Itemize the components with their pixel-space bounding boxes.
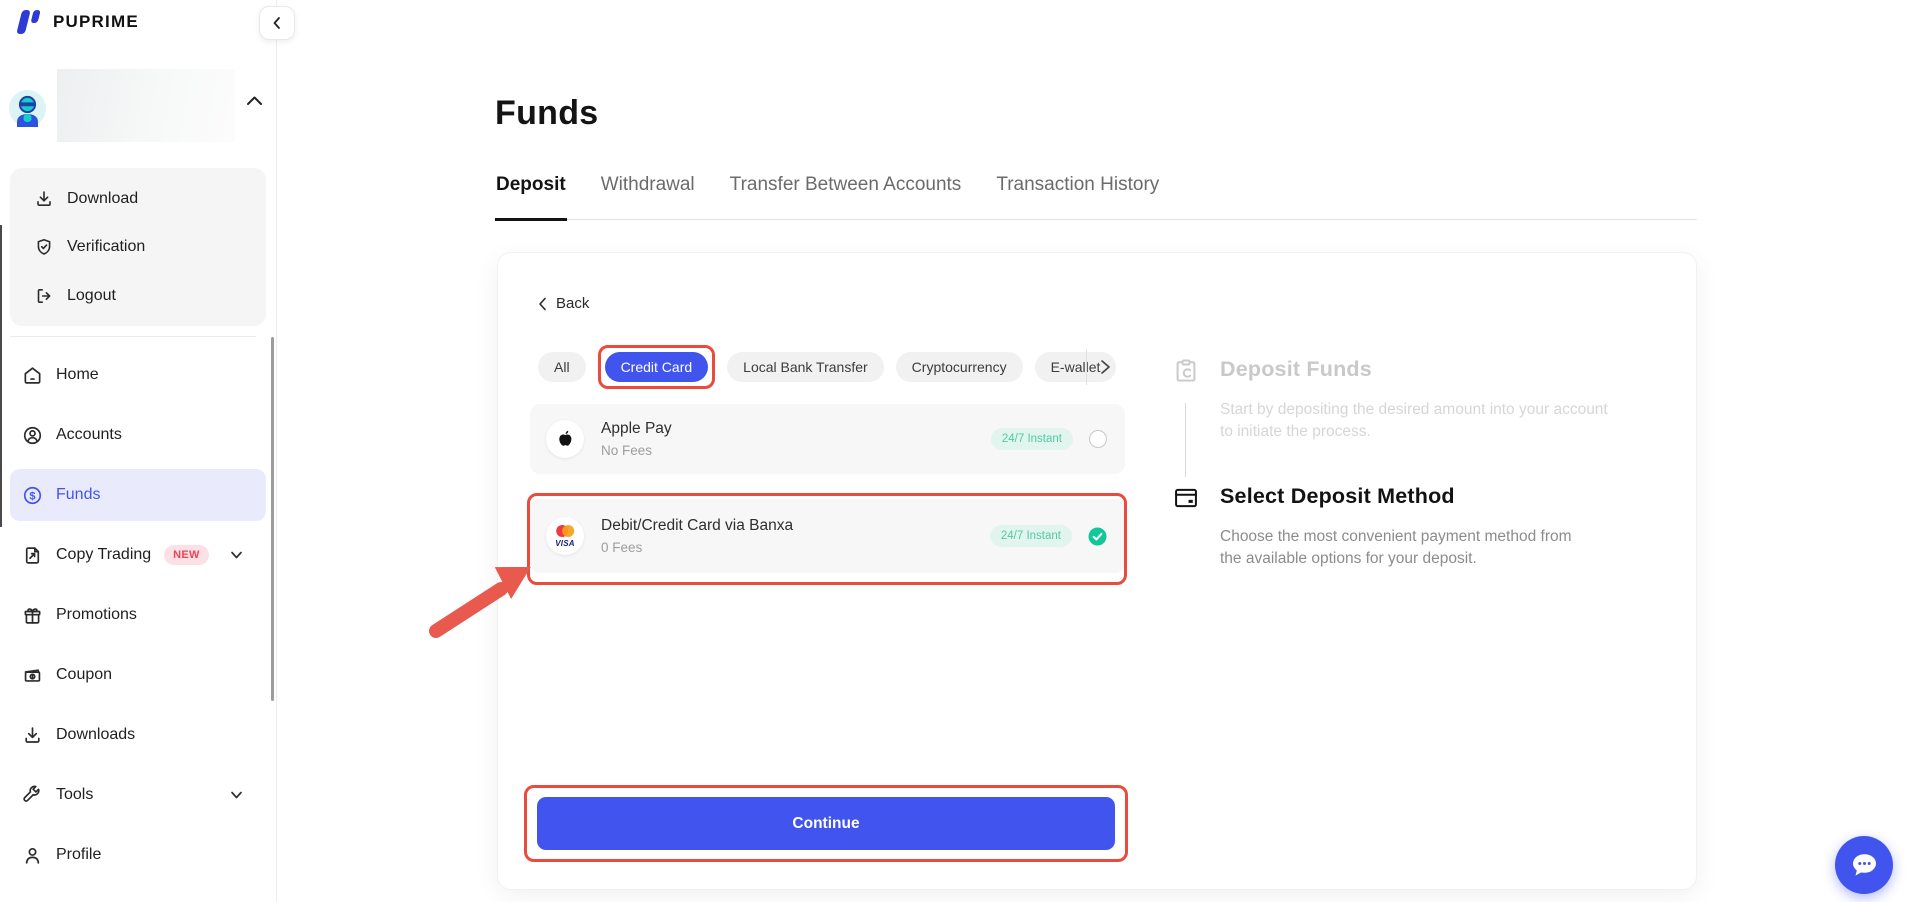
chat-bubble-icon (1849, 851, 1879, 879)
sidebar-item-tools[interactable]: Tools (0, 765, 277, 825)
shield-check-icon (34, 237, 54, 257)
download-icon (34, 189, 54, 209)
method-fees: No Fees (601, 443, 672, 458)
sidebar-item-verification[interactable]: Verification (10, 223, 266, 271)
promotions-icon (22, 605, 43, 626)
step-desc-deposit-funds: Start by depositing the desired amount i… (1220, 399, 1620, 444)
sidebar-item-label: Funds (56, 486, 100, 504)
sidebar-item-funds[interactable]: $ Funds (0, 465, 277, 525)
method-radio-unselected[interactable] (1089, 430, 1107, 448)
sidebar-item-promotions[interactable]: Promotions (0, 585, 277, 645)
back-label: Back (556, 295, 589, 312)
debit-credit-card-icon: VISA (546, 517, 584, 555)
method-row-apple-pay[interactable]: Apple Pay No Fees 24/7 Instant (530, 404, 1125, 474)
logout-icon (34, 286, 54, 306)
chat-support-button[interactable] (1835, 836, 1893, 894)
new-badge: NEW (164, 545, 209, 565)
chevron-right-icon (1099, 359, 1111, 375)
step-desc-select-method: Choose the most convenient payment metho… (1220, 526, 1592, 571)
sidebar-item-coupon[interactable]: Coupon (0, 645, 277, 705)
tab-withdrawal[interactable]: Withdrawal (600, 168, 696, 220)
account-info-placeholder (57, 69, 235, 142)
sidebar-divider (10, 336, 256, 337)
sidebar-item-label: Promotions (56, 606, 137, 624)
sidebar-account-group: Download Verification Logout (10, 168, 266, 326)
deposit-card: Back All Credit Card Local Bank Transfer… (497, 252, 1697, 890)
filter-chip-cryptocurrency[interactable]: Cryptocurrency (896, 352, 1023, 382)
method-selected-check-icon[interactable] (1088, 527, 1107, 546)
method-row-banxa[interactable]: VISA Debit/Credit Card via Banxa 0 Fees … (530, 499, 1125, 573)
filter-chip-all[interactable]: All (538, 352, 586, 382)
svg-text:$: $ (29, 490, 35, 502)
page-title: Funds (495, 94, 598, 133)
funds-icon: $ (22, 485, 43, 506)
step-title-deposit-funds: Deposit Funds (1220, 357, 1372, 382)
filter-chip-credit-card[interactable]: Credit Card (605, 352, 709, 382)
sidebar-item-label: Profile (56, 846, 101, 864)
sidebar-item-accounts[interactable]: Accounts (0, 405, 277, 465)
sidebar-nav: Home Accounts $ Funds Copy Trading NEW (0, 345, 277, 885)
method-fees: 0 Fees (601, 540, 793, 555)
method-name: Apple Pay (601, 420, 672, 438)
filter-chip-local-bank-transfer[interactable]: Local Bank Transfer (727, 352, 884, 382)
main-content: Funds Deposit Withdrawal Transfer Betwee… (277, 0, 1915, 902)
home-icon (22, 365, 43, 386)
payment-filter-chips: All Credit Card Local Bank Transfer Cryp… (538, 341, 1116, 393)
sidebar-item-label: Verification (67, 238, 145, 256)
tools-icon (22, 785, 43, 806)
deposit-funds-step-icon (1172, 357, 1200, 385)
sidebar-item-label: Copy Trading (56, 546, 151, 564)
brand-name: PUPRIME (53, 12, 139, 32)
sidebar-item-downloads[interactable]: Downloads (0, 705, 277, 765)
sidebar-item-label: Home (56, 366, 99, 384)
annotation-box-credit-card: Credit Card (598, 345, 716, 389)
sidebar-item-label: Tools (56, 786, 93, 804)
downloads-icon (22, 725, 43, 746)
instant-badge: 24/7 Instant (991, 428, 1073, 450)
sidebar-item-logout[interactable]: Logout (10, 272, 266, 320)
sidebar-collapse-button[interactable] (259, 6, 295, 40)
visa-label: VISA (555, 540, 574, 548)
tab-deposit[interactable]: Deposit (495, 168, 567, 220)
tab-transaction-history[interactable]: Transaction History (995, 168, 1160, 220)
step-connector-line (1185, 403, 1186, 477)
avatar (9, 90, 46, 127)
profile-icon (22, 845, 43, 866)
chevron-up-icon[interactable] (246, 95, 263, 107)
apple-pay-icon (546, 420, 584, 458)
sidebar-item-label: Logout (67, 287, 116, 305)
sidebar-item-label: Downloads (56, 726, 135, 744)
instant-badge: 24/7 Instant (990, 525, 1072, 547)
continue-button[interactable]: Continue (537, 797, 1115, 850)
account-summary[interactable] (0, 60, 277, 150)
window-left-scrollbar[interactable] (0, 225, 2, 527)
sidebar-item-label: Accounts (56, 426, 122, 444)
chevron-left-icon (538, 297, 547, 311)
select-method-step-icon (1172, 484, 1200, 512)
sidebar-item-label: Coupon (56, 666, 112, 684)
sidebar-scrollbar[interactable] (271, 337, 274, 701)
method-name: Debit/Credit Card via Banxa (601, 517, 793, 535)
copy-trading-icon (22, 545, 43, 566)
sidebar: PUPRIME Download Verification (0, 0, 277, 902)
app-root: PUPRIME Download Verification (0, 0, 1915, 902)
chevron-left-icon (270, 16, 284, 30)
accounts-icon (22, 425, 43, 446)
back-link[interactable]: Back (538, 295, 589, 312)
sidebar-item-label: Download (67, 190, 138, 208)
chevron-down-icon (230, 551, 243, 560)
sidebar-item-copy-trading[interactable]: Copy Trading NEW (0, 525, 277, 585)
sidebar-item-profile[interactable]: Profile (0, 825, 277, 885)
sidebar-item-download[interactable]: Download (10, 175, 266, 223)
filters-next-button[interactable] (1086, 349, 1111, 385)
tab-transfer-between-accounts[interactable]: Transfer Between Accounts (729, 168, 963, 220)
chevron-down-icon (230, 791, 243, 800)
sidebar-item-home[interactable]: Home (0, 345, 277, 405)
tab-bar: Deposit Withdrawal Transfer Between Acco… (495, 168, 1697, 220)
step-title-select-method: Select Deposit Method (1220, 484, 1455, 509)
coupon-icon (22, 665, 43, 686)
brand-logo[interactable]: PUPRIME (14, 7, 139, 37)
puprime-logo-icon (14, 7, 44, 37)
